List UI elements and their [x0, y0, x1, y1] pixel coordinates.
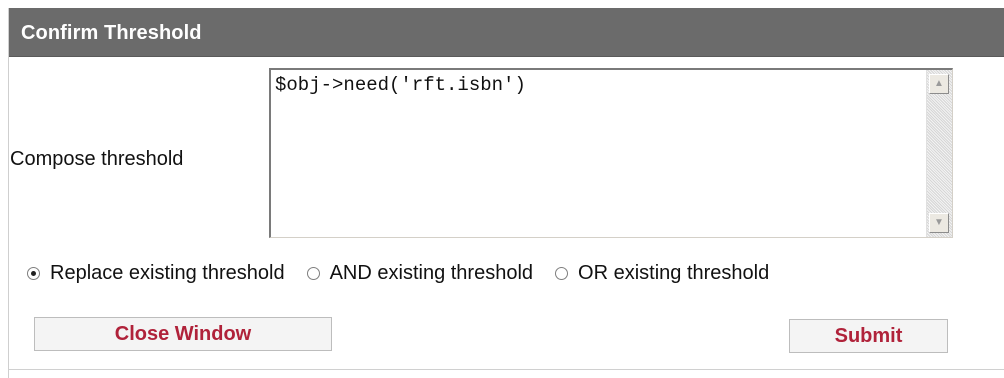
option-replace-label: Replace existing threshold [50, 261, 285, 284]
submit-button[interactable]: Submit [789, 319, 948, 353]
scroll-up-arrow-icon[interactable]: ▲ [929, 74, 949, 94]
option-and[interactable]: AND existing threshold [306, 261, 534, 285]
confirm-threshold-dialog: Confirm Threshold Compose threshold $obj… [8, 8, 1004, 378]
radio-or[interactable] [555, 266, 569, 280]
option-replace[interactable]: Replace existing threshold [27, 262, 285, 285]
option-or-label: OR existing threshold [578, 261, 770, 284]
close-window-button[interactable]: Close Window [34, 317, 332, 351]
threshold-text[interactable]: $obj->need('rft.isbn') [275, 74, 526, 96]
scroll-down-arrow-icon[interactable]: ▼ [929, 213, 949, 233]
radio-and[interactable] [306, 266, 320, 280]
threshold-mode-options: Replace existing threshold AND existing … [27, 260, 769, 286]
option-or[interactable]: OR existing threshold [555, 262, 769, 285]
title-bar: Confirm Threshold [9, 8, 1004, 57]
radio-replace[interactable] [27, 266, 40, 280]
bottom-divider [9, 369, 1004, 370]
compose-threshold-label: Compose threshold [10, 148, 184, 170]
textarea-scrollbar[interactable]: ▲ ▼ [926, 70, 952, 237]
dialog-title: Confirm Threshold [21, 22, 202, 44]
option-and-label: AND existing threshold [329, 261, 534, 284]
threshold-textarea[interactable]: $obj->need('rft.isbn') ▲ ▼ [269, 68, 953, 238]
